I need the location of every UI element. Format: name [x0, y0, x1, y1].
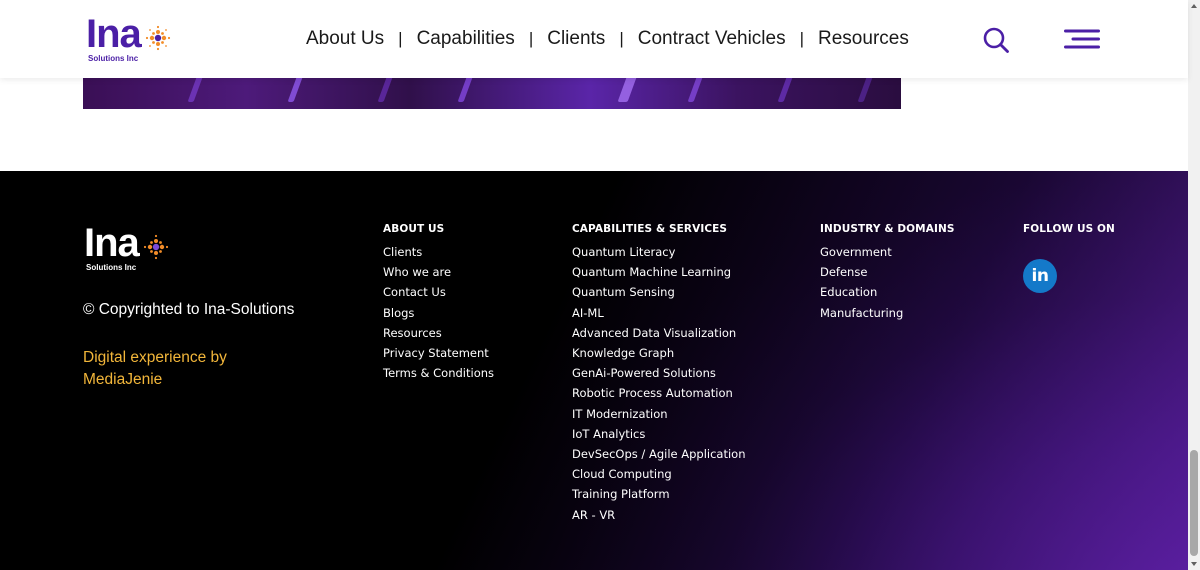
footer-link-who-we-are[interactable]: Who we are	[383, 262, 494, 282]
footer-link-capability[interactable]: IT Modernization	[572, 404, 746, 424]
copyright-text: © Copyrighted to Ina-Solutions	[83, 301, 295, 318]
logo-wordmark: Ina	[86, 12, 142, 56]
footer-link-industry[interactable]: Defense	[820, 262, 955, 282]
footer-link-capability[interactable]: Quantum Sensing	[572, 282, 746, 302]
linkedin-glyph: in	[1031, 266, 1049, 286]
footer-column-follow: FOLLOW US ON	[1023, 221, 1115, 242]
nav-clients[interactable]: Clients	[537, 26, 615, 52]
footer-link-resources[interactable]: Resources	[383, 323, 494, 343]
page-scrollbar[interactable]	[1188, 0, 1200, 570]
nav-separator: |	[398, 29, 403, 48]
main-nav: About Us | Capabilities | Clients | Cont…	[296, 26, 919, 52]
nav-separator: |	[799, 29, 805, 48]
nav-about-us[interactable]: About Us	[296, 26, 394, 52]
footer-link-capability[interactable]: Robotic Process Automation	[572, 383, 746, 403]
footer-link-capability[interactable]: AR - VR	[572, 505, 746, 525]
footer-link-clients[interactable]: Clients	[383, 242, 494, 262]
footer-link-privacy-statement[interactable]: Privacy Statement	[383, 343, 494, 363]
footer-column-about: ABOUT US Clients Who we are Contact Us B…	[383, 221, 494, 383]
nav-separator: |	[528, 29, 534, 48]
footer-link-industry[interactable]: Government	[820, 242, 955, 262]
footer-link-capability[interactable]: Quantum Machine Learning	[572, 262, 746, 282]
hero-light-streak	[377, 78, 395, 102]
credit-link[interactable]: Digital experience by MediaJenie	[83, 347, 283, 391]
footer-link-terms[interactable]: Terms & Conditions	[383, 363, 494, 383]
hero-banner-image	[83, 78, 901, 109]
footer-column-title: INDUSTRY & DOMAINS	[820, 223, 955, 235]
logo-subtitle: Solutions Inc	[88, 54, 139, 63]
footer-link-capability[interactable]: AI-ML	[572, 303, 746, 323]
footer-link-capability[interactable]: Training Platform	[572, 484, 746, 504]
footer-link-capability[interactable]: Quantum Literacy	[572, 242, 746, 262]
scroll-up-arrow-icon[interactable]	[1188, 0, 1200, 12]
nav-capabilities[interactable]: Capabilities	[407, 26, 525, 52]
logo-dots-icon	[143, 234, 169, 260]
footer-link-industry[interactable]: Manufacturing	[820, 303, 955, 323]
hero-light-streak	[777, 78, 795, 102]
footer-link-capability[interactable]: Cloud Computing	[572, 464, 746, 484]
footer-link-industry[interactable]: Education	[820, 282, 955, 302]
footer-column-industry: INDUSTRY & DOMAINS Government Defense Ed…	[820, 221, 955, 323]
footer-logo-wordmark: Ina	[84, 221, 140, 265]
nav-resources[interactable]: Resources	[808, 26, 919, 52]
nav-separator: |	[619, 29, 624, 48]
site-footer: Ina Solutions Inc © Copyrighted to Ina-S…	[0, 171, 1188, 570]
hamburger-menu-icon[interactable]	[1064, 28, 1100, 50]
footer-logo[interactable]: Ina Solutions Inc	[84, 221, 180, 275]
hero-light-streak	[287, 78, 305, 102]
search-icon[interactable]	[982, 26, 1010, 54]
footer-logo-subtitle: Solutions Inc	[86, 263, 137, 272]
linkedin-icon[interactable]: in	[1023, 259, 1057, 293]
nav-contract-vehicles[interactable]: Contract Vehicles	[628, 26, 796, 52]
footer-link-blogs[interactable]: Blogs	[383, 303, 494, 323]
footer-link-capability[interactable]: DevSecOps / Agile Application	[572, 444, 746, 464]
company-logo[interactable]: Ina Solutions Inc	[86, 12, 176, 66]
footer-column-capabilities: CAPABILITIES & SERVICES Quantum Literacy…	[572, 221, 746, 525]
hero-light-streak	[687, 78, 705, 102]
footer-link-capability[interactable]: IoT Analytics	[572, 424, 746, 444]
footer-column-title: CAPABILITIES & SERVICES	[572, 223, 728, 235]
hero-light-streak	[857, 78, 875, 102]
site-header: Ina Solutions Inc About Us | Capabilitie…	[0, 0, 1188, 78]
footer-link-capability[interactable]: GenAi-Powered Solutions	[572, 363, 746, 383]
hero-light-streak	[187, 78, 205, 102]
footer-column-title: FOLLOW US ON	[1023, 223, 1115, 235]
scroll-down-arrow-icon[interactable]	[1188, 558, 1200, 570]
logo-dots-icon	[145, 25, 171, 51]
hero-light-streak	[617, 78, 639, 102]
footer-link-capability[interactable]: Knowledge Graph	[572, 343, 746, 363]
footer-column-title: ABOUT US	[383, 223, 445, 235]
hero-light-streak	[457, 78, 475, 102]
footer-link-contact-us[interactable]: Contact Us	[383, 282, 494, 302]
footer-link-capability[interactable]: Advanced Data Visualization	[572, 323, 746, 343]
scrollbar-thumb[interactable]	[1190, 450, 1198, 556]
